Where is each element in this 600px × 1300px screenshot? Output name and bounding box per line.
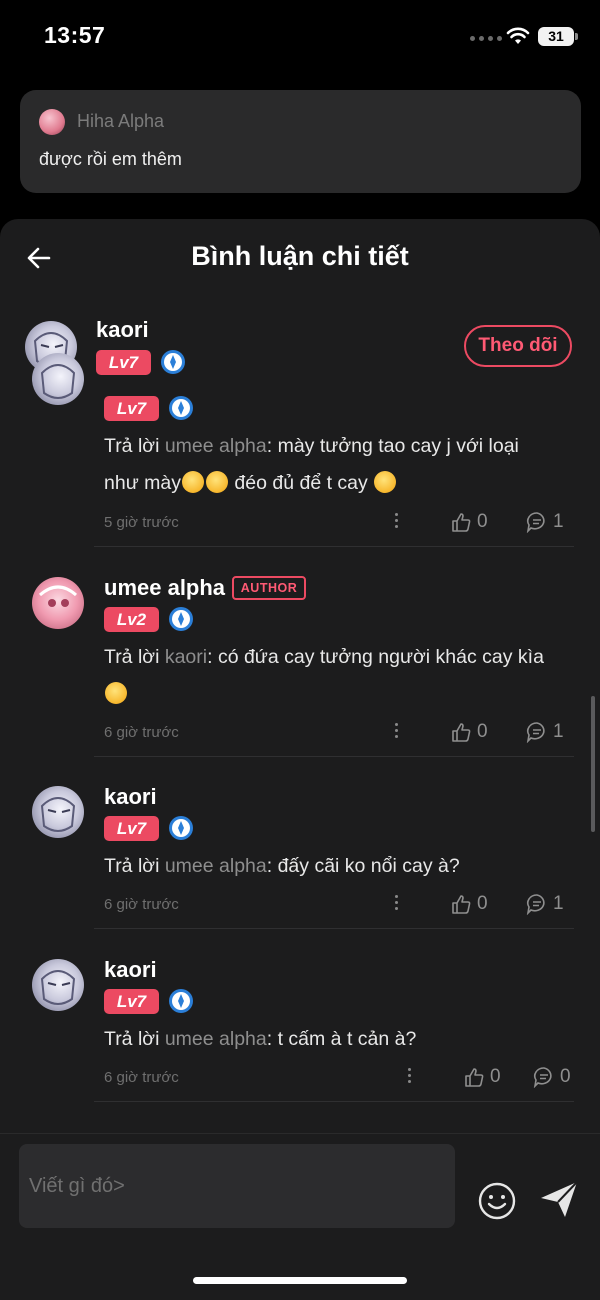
battery-nub [575,33,578,40]
clock: 13:57 [44,22,106,48]
thumbs-up-icon [452,895,471,914]
send-icon[interactable] [538,1178,580,1220]
reply-prefix: Trả lời [104,855,165,877]
timestamp: 6 giờ trước [104,896,179,913]
timestamp: 6 giờ trước [104,724,179,741]
reply-count: 0 [560,1066,571,1087]
mention-link[interactable]: umee alpha [165,855,267,877]
level-badge: Lv7 [104,396,159,421]
mention-link[interactable]: umee alpha [165,1028,267,1050]
main-comment-username[interactable]: kaori [96,317,149,343]
reply-item: Lv7 Trả lời umee alpha: mày tưởng tao ca… [0,353,600,547]
thumbs-up-icon [452,513,471,532]
mention-link[interactable]: kaori [165,646,207,668]
rank-shield-icon [169,396,193,420]
like-button[interactable]: 0 [450,721,488,743]
rofl-emoji-icon [182,471,205,493]
timestamp: 6 giờ trước [104,1069,179,1086]
reply-count-button[interactable]: 1 [526,893,564,915]
sender-avatar [39,109,65,135]
page-title: Bình luận chi tiết [191,241,409,271]
reply-count: 1 [553,721,564,742]
battery-indicator: 31 [538,27,574,46]
reply-count-button[interactable]: 0 [533,1066,571,1088]
level-badge: Lv7 [96,350,151,375]
notification-banner[interactable]: Hiha Alpha được rồi em thêm [20,90,581,193]
reply-item: umee alpha AUTHOR Lv2 Trả lời kaori: có … [0,575,600,757]
rofl-emoji-icon [105,682,127,704]
reply-text: Trả lời umee alpha: t cấm à t cản à? [104,1021,574,1058]
comment-bubble-icon [526,894,545,915]
divider [94,756,574,757]
avatar[interactable] [32,786,84,838]
reply-username[interactable]: kaori [104,957,157,983]
like-button[interactable]: 0 [450,893,488,915]
reply-body-line2-end: đéo đủ để t cay [229,472,374,494]
divider [94,546,574,547]
scrollbar[interactable] [591,696,595,832]
reply-prefix: Trả lời [104,1028,165,1050]
reply-body: : đấy cãi ko nổi cay à? [266,855,460,877]
like-button[interactable]: 0 [450,511,488,533]
reply-body-line2: như mày [104,472,182,494]
divider [94,928,574,929]
like-count: 0 [477,721,488,742]
reply-text: Trả lời kaori: có đứa cay tưởng người kh… [104,639,574,713]
comment-composer [0,1133,600,1300]
mention-link[interactable]: umee alpha [165,435,267,457]
reply-prefix: Trả lời [104,646,165,668]
like-count: 0 [477,893,488,914]
more-options-icon[interactable] [395,895,399,913]
author-badge: AUTHOR [232,576,306,600]
avatar[interactable] [32,959,84,1011]
comment-input[interactable] [19,1144,455,1228]
reply-item: kaori Lv7 Trả lời umee alpha: đấy cãi ko… [0,784,600,929]
thumbs-up-icon [465,1068,484,1087]
comment-bubble-icon [526,512,545,533]
avatar[interactable] [32,577,84,629]
rank-shield-icon [169,607,193,631]
notification-message: được rồi em thêm [39,149,182,169]
level-badge: Lv7 [104,816,159,841]
reply-prefix: Trả lời [104,435,165,457]
level-badge: Lv7 [104,989,159,1014]
more-options-icon[interactable] [395,513,399,531]
avatar[interactable] [32,353,84,405]
home-indicator[interactable] [193,1277,407,1284]
reply-body: : có đứa cay tưởng người khác cay kìa [207,646,544,668]
reply-username[interactable]: kaori [104,784,157,810]
divider [94,1101,574,1102]
thumbs-up-icon [452,723,471,742]
rofl-emoji-icon [374,471,397,493]
wifi-icon [506,27,530,44]
reply-count: 1 [553,893,564,914]
reply-count: 1 [553,511,564,532]
like-button[interactable]: 0 [463,1066,501,1088]
reply-body: : mày tưởng tao cay j với loại [266,435,519,457]
reply-username[interactable]: umee alpha [104,575,225,601]
rank-shield-icon [169,989,193,1013]
rofl-emoji-icon [206,471,229,493]
reply-count-button[interactable]: 1 [526,721,564,743]
reply-text: Trả lời umee alpha: đấy cãi ko nổi cay à… [104,848,574,885]
comment-bubble-icon [526,722,545,743]
status-bar: 13:57 31 [0,0,600,78]
reply-item: kaori Lv7 Trả lời umee alpha: t cấm à t … [0,957,600,1102]
more-options-icon[interactable] [408,1068,412,1086]
cellular-signal-icon [470,36,502,41]
like-count: 0 [490,1066,501,1087]
follow-button[interactable]: Theo dõi [464,325,572,367]
level-badge: Lv2 [104,607,159,632]
reply-text: Trả lời umee alpha: mày tưởng tao cay j … [104,428,574,502]
comment-bubble-icon [533,1067,552,1088]
reply-body: : t cấm à t cản à? [266,1028,417,1050]
rank-shield-icon [169,816,193,840]
rank-shield-icon [161,350,185,374]
more-options-icon[interactable] [395,723,399,741]
reply-count-button[interactable]: 1 [526,511,564,533]
timestamp: 5 giờ trước [104,514,179,531]
notification-sender: Hiha Alpha [77,111,165,131]
emoji-picker-icon[interactable] [477,1181,517,1221]
like-count: 0 [477,511,488,532]
